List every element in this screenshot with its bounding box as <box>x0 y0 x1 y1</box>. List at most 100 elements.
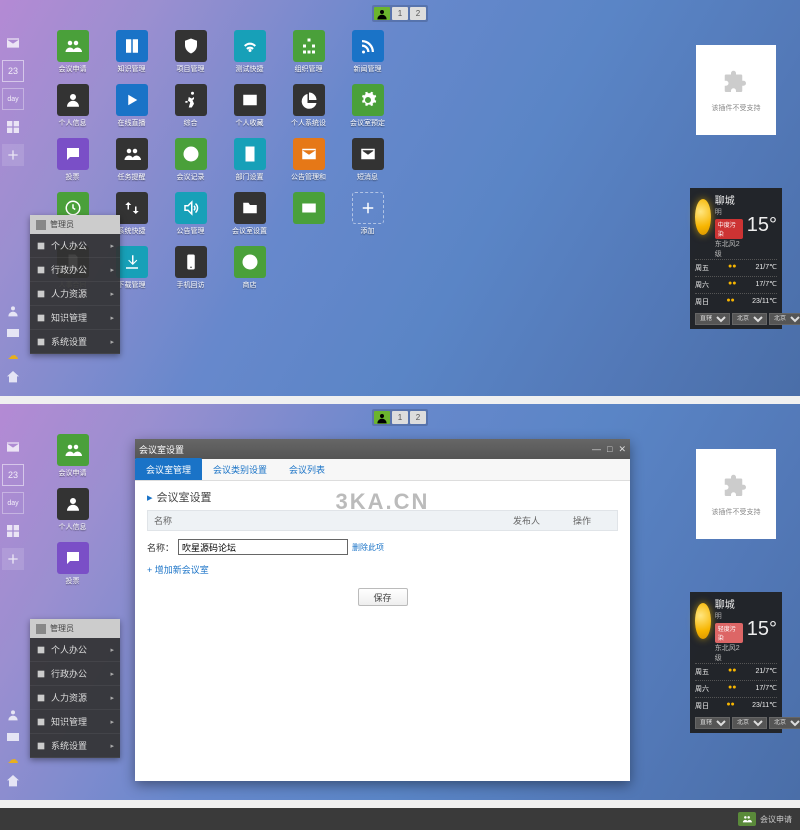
app-wallet[interactable] <box>281 192 336 242</box>
app-live[interactable]: 在线直播 <box>104 84 159 134</box>
window-titlebar[interactable]: 会议室设置 — □ ✕ <box>135 439 630 459</box>
add-room-link[interactable]: + 增加新会议室 <box>147 563 618 576</box>
tab-list[interactable]: 会议列表 <box>278 458 336 480</box>
user-dock-icon[interactable] <box>2 302 24 320</box>
window-max-icon[interactable]: □ <box>607 444 612 455</box>
window-min-icon[interactable]: — <box>592 444 601 455</box>
app-mobile[interactable]: 手机回访 <box>163 246 218 296</box>
pager-page-1[interactable] <box>374 7 390 20</box>
col-name: 名称 <box>148 511 507 530</box>
app-news[interactable]: 新闻管理 <box>340 30 395 80</box>
forecast-row: 周六●●17/7℃ <box>695 680 777 697</box>
weather-sel-2[interactable]: 北京 <box>732 717 767 729</box>
weather-sel-3[interactable]: 北京 <box>769 717 800 729</box>
menu-sys-settings[interactable]: 系统设置▸ <box>30 734 120 758</box>
tab-room-manage[interactable]: 会议室管理 <box>135 458 202 480</box>
weather-sel-1[interactable]: 直辖 <box>695 313 730 325</box>
weather-dock-icon[interactable]: ☁ <box>2 750 24 768</box>
delete-link[interactable]: 删除此项 <box>352 542 384 553</box>
sun-small-icon: ●● <box>728 684 736 694</box>
mail-dock-icon[interactable] <box>2 728 24 746</box>
app-test[interactable]: 测试快捷 <box>222 30 277 80</box>
heading-label: 会议室设置 <box>157 489 212 505</box>
sun-icon <box>695 199 711 235</box>
app-room-set[interactable]: 会议室设置 <box>222 192 277 242</box>
home-dock-icon[interactable] <box>2 772 24 790</box>
left-dock-bottom-2: ☁ <box>0 704 28 792</box>
app-meeting-apply[interactable]: 会议申请 <box>45 30 100 80</box>
menu-knowledge-mgmt[interactable]: 知识管理▸ <box>30 710 120 734</box>
app-add[interactable]: 添加 <box>340 192 395 242</box>
tab-category[interactable]: 会议类别设置 <box>202 458 278 480</box>
weather-selectors: 直辖 北京 北京 <box>695 313 777 325</box>
window-close-icon[interactable]: ✕ <box>618 444 626 455</box>
app-org[interactable]: 组织管理 <box>281 30 336 80</box>
desktop-pager-2: 1 2 <box>372 409 428 426</box>
day-icon[interactable]: day <box>2 492 24 514</box>
pager-page-2[interactable]: 1 <box>392 7 408 20</box>
app-record[interactable]: 会议记录 <box>163 138 218 188</box>
mail-icon[interactable] <box>2 32 24 54</box>
window-body: 3KA.CN ▸会议室设置 名称 发布人 操作 名称： 删除此项 + 增加新会议… <box>135 481 630 781</box>
menu-hr[interactable]: 人力资源▸ <box>30 282 120 306</box>
app-label: 测试快捷 <box>236 64 264 74</box>
add-tile-icon[interactable] <box>2 144 24 166</box>
menu-hr[interactable]: 人力资源▸ <box>30 686 120 710</box>
add-tile-icon[interactable] <box>2 548 24 570</box>
save-button[interactable]: 保存 <box>358 588 408 606</box>
menu-personal-office[interactable]: 个人办公▸ <box>30 638 120 662</box>
app-meeting-apply[interactable]: 会议申请 <box>45 434 100 484</box>
menu-admin-office[interactable]: 行政办公▸ <box>30 662 120 686</box>
app-task[interactable]: 任务提醒 <box>104 138 159 188</box>
app-notice[interactable]: 公告管理和 <box>281 138 336 188</box>
user-dock-icon[interactable] <box>2 706 24 724</box>
desktop-screenshot-2: 1 2 23 day ☁ 会议申请 个人信息 投票 管理员 个人办公▸ 行政办公… <box>0 404 800 800</box>
app-general[interactable]: 综合 <box>163 84 218 134</box>
mail-icon[interactable] <box>2 436 24 458</box>
app-label: 会议申请 <box>59 468 87 478</box>
app-vote[interactable]: 投票 <box>45 138 100 188</box>
menu-personal-office[interactable]: 个人办公▸ <box>30 234 120 258</box>
pager2-page-1[interactable] <box>374 411 390 424</box>
calendar-icon[interactable]: 23 <box>2 464 24 486</box>
app-profile[interactable]: 个人信息 <box>45 84 100 134</box>
menu-header: 管理员 <box>30 215 120 234</box>
room-name-input[interactable] <box>178 539 348 555</box>
chevron-right-icon: ▸ <box>110 670 114 678</box>
app-label: 会议室预定 <box>350 118 385 128</box>
grid-apps-icon[interactable] <box>2 520 24 542</box>
desktop-screenshot-1: 1 2 23 day ☁ 会议申请 知识管理 项目管理 测试快捷 组织管理 新闻… <box>0 0 800 396</box>
app-profile[interactable]: 个人信息 <box>45 488 100 538</box>
day-icon[interactable]: day <box>2 88 24 110</box>
menu-sys-settings[interactable]: 系统设置▸ <box>30 330 120 354</box>
plugin-placeholder: 该插件不受支持 <box>696 45 776 135</box>
app-announce[interactable]: 公告管理 <box>163 192 218 242</box>
weather-day: 明 <box>715 613 722 620</box>
menu-admin-office[interactable]: 行政办公▸ <box>30 258 120 282</box>
weather-sel-3[interactable]: 北京 <box>769 313 800 325</box>
app-vote[interactable]: 投票 <box>45 542 100 592</box>
calendar-icon[interactable]: 23 <box>2 60 24 82</box>
home-dock-icon[interactable] <box>2 368 24 386</box>
app-fav[interactable]: 个人收藏 <box>222 84 277 134</box>
col-publisher: 发布人 <box>507 511 567 530</box>
app-syssettings[interactable]: 个人系统设 <box>281 84 336 134</box>
app-room-book[interactable]: 会议室预定 <box>340 84 395 134</box>
app-sms[interactable]: 短消息 <box>340 138 395 188</box>
grid-apps-icon[interactable] <box>2 116 24 138</box>
app-store[interactable]: 商店 <box>222 246 277 296</box>
weather-sel-2[interactable]: 北京 <box>732 313 767 325</box>
weather-dock-icon[interactable]: ☁ <box>2 346 24 364</box>
app-dept[interactable]: 部门设置 <box>222 138 277 188</box>
mail-dock-icon[interactable] <box>2 324 24 342</box>
pager2-page-2[interactable]: 1 <box>392 411 408 424</box>
forecast-day: 周五 <box>695 263 709 273</box>
taskbar-app-icon[interactable] <box>738 812 756 826</box>
app-project[interactable]: 项目管理 <box>163 30 218 80</box>
menu-knowledge-mgmt[interactable]: 知识管理▸ <box>30 306 120 330</box>
app-knowledge[interactable]: 知识管理 <box>104 30 159 80</box>
taskbar-label: 会议申请 <box>760 814 792 825</box>
pager2-page-3[interactable]: 2 <box>410 411 426 424</box>
pager-page-3[interactable]: 2 <box>410 7 426 20</box>
weather-sel-1[interactable]: 直辖 <box>695 717 730 729</box>
